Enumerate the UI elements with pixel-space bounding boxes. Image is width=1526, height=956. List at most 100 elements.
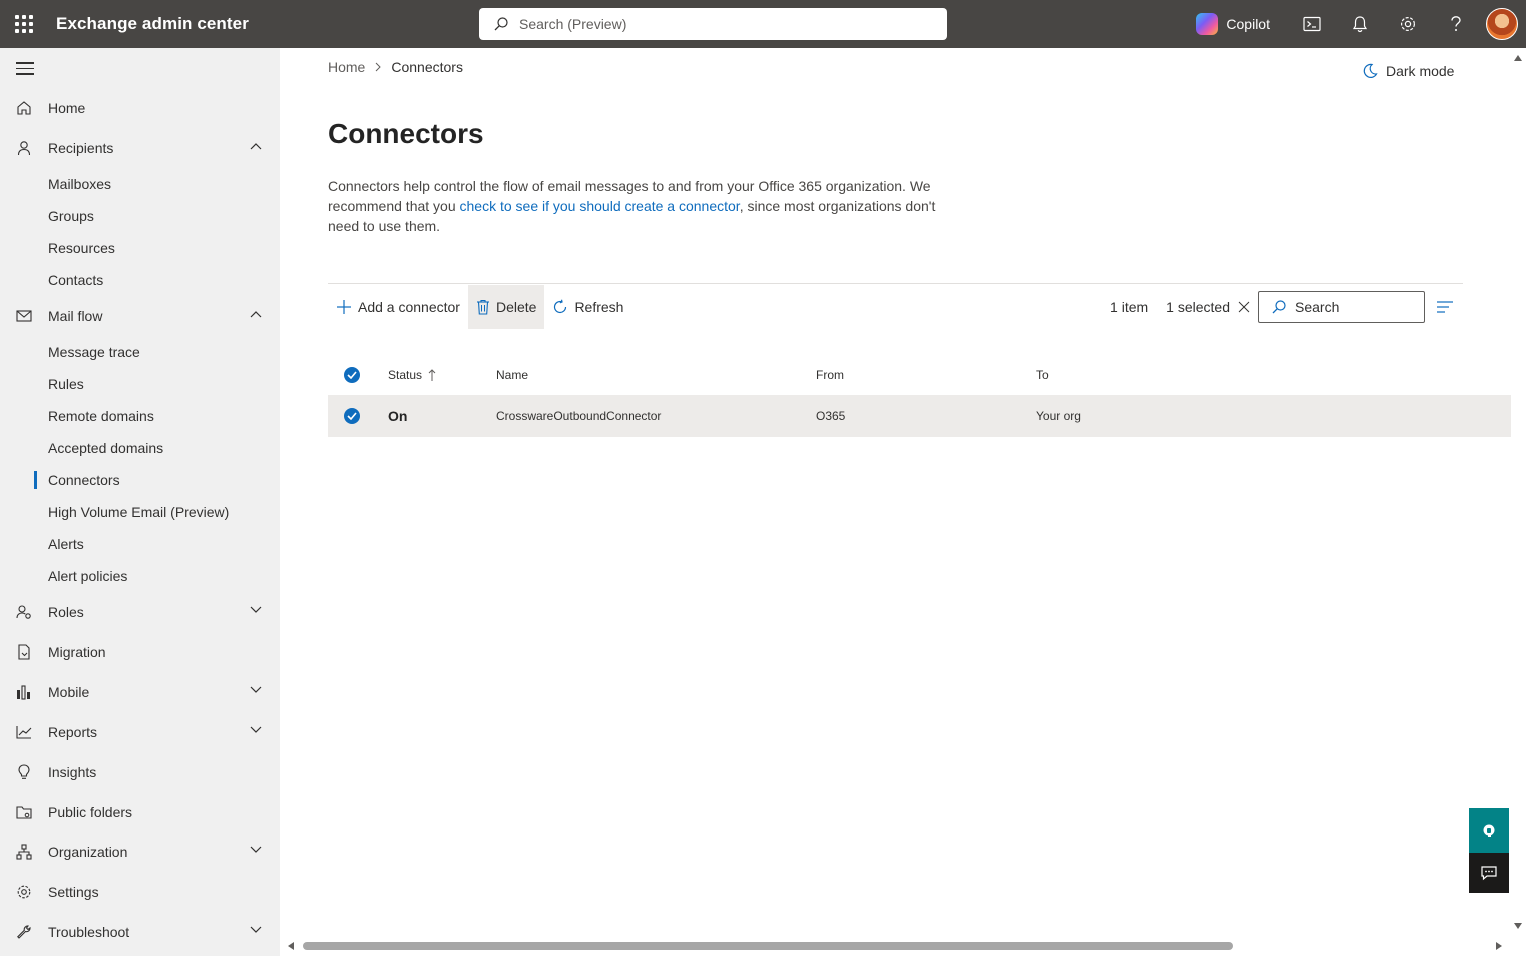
app-launcher-button[interactable] — [0, 0, 48, 48]
org-icon — [16, 844, 32, 860]
breadcrumb: Home Connectors — [328, 59, 463, 75]
checkmark-circle-icon — [344, 367, 360, 383]
sidebar-item-label: Organization — [48, 844, 128, 860]
sidebar-item-resources[interactable]: Resources — [0, 232, 280, 264]
column-header-to[interactable]: To — [1036, 368, 1256, 382]
settings-button[interactable] — [1384, 0, 1432, 48]
chevron-down-icon[interactable] — [250, 686, 262, 694]
moon-icon — [1363, 63, 1378, 78]
main-content: Home Connectors Dark mode Connectors Con… — [280, 48, 1526, 956]
column-header-from[interactable]: From — [816, 368, 1036, 382]
chevron-down-icon[interactable] — [250, 926, 262, 934]
dark-mode-toggle[interactable]: Dark mode — [1362, 63, 1454, 79]
migration-icon — [18, 644, 30, 660]
sidebar-item-recipients[interactable]: Recipients — [0, 128, 280, 168]
copilot-label: Copilot — [1226, 16, 1270, 32]
selection-indicator: 1 selected — [1166, 299, 1250, 315]
item-count: 1 item — [1110, 299, 1149, 315]
cell-name[interactable]: CrosswareOutboundConnector — [496, 409, 816, 423]
sidebar-item-public-folders[interactable]: Public folders — [0, 792, 280, 832]
waffle-icon — [15, 15, 33, 33]
cell-from: O365 — [816, 409, 846, 423]
delete-button[interactable]: Delete — [467, 284, 545, 329]
scroll-down-arrow[interactable] — [1514, 923, 1522, 929]
breadcrumb-home[interactable]: Home — [328, 59, 365, 75]
sidebar-item-remote-domains[interactable]: Remote domains — [0, 400, 280, 432]
page-title: Connectors — [328, 118, 484, 149]
global-search-input[interactable]: Search (Preview) — [479, 8, 947, 40]
scroll-left-arrow[interactable] — [288, 942, 294, 950]
roles-icon — [16, 605, 31, 619]
sidebar-item-alert-policies[interactable]: Alert policies — [0, 560, 280, 592]
chat-feedback-icon — [1481, 866, 1497, 881]
refresh-label: Refresh — [574, 298, 624, 315]
sidebar-item-settings[interactable]: Settings — [0, 872, 280, 912]
table-header: Status Name From To — [328, 355, 1511, 395]
feedback-button[interactable] — [1469, 853, 1509, 893]
horizontal-scrollbar[interactable] — [303, 942, 1233, 950]
sidebar-item-label: Reports — [48, 724, 98, 740]
sidebar-item-mail-flow[interactable]: Mail flow — [0, 296, 280, 336]
sidebar-item-alerts[interactable]: Alerts — [0, 528, 280, 560]
chevron-up-icon[interactable] — [250, 142, 262, 150]
copilot-icon — [1196, 13, 1219, 35]
sidebar-item-insights[interactable]: Insights — [0, 752, 280, 792]
plus-icon — [337, 299, 351, 314]
sidebar-item-label: Mail flow — [48, 308, 103, 324]
sidebar-item-roles[interactable]: Roles — [0, 592, 280, 632]
table-row[interactable]: On CrosswareOutboundConnector O365 Your … — [328, 395, 1511, 437]
close-icon[interactable] — [1238, 301, 1250, 313]
row-checkbox[interactable] — [328, 408, 376, 424]
gear-icon — [17, 885, 31, 899]
chevron-down-icon[interactable] — [250, 846, 262, 854]
filter-lines-icon[interactable] — [1437, 301, 1453, 313]
sidebar-item-troubleshoot[interactable]: Troubleshoot — [0, 912, 280, 952]
collapse-nav-button[interactable] — [16, 62, 34, 79]
sidebar-item-migration[interactable]: Migration — [0, 632, 280, 672]
sidebar-item-label: Troubleshoot — [48, 924, 130, 940]
help-button[interactable] — [1432, 0, 1480, 48]
help-support-button[interactable] — [1469, 808, 1509, 853]
command-bar: Add a connector Delete Refresh 1 item 1 … — [328, 283, 1463, 329]
cloud-shell-button[interactable] — [1288, 0, 1336, 48]
sidebar-item-home[interactable]: Home — [0, 88, 280, 128]
chevron-right-icon — [376, 62, 382, 72]
sidebar-item-reports[interactable]: Reports — [0, 712, 280, 752]
avatar[interactable] — [1486, 8, 1518, 40]
select-all-checkbox[interactable] — [328, 367, 376, 383]
add-connector-button[interactable]: Add a connector — [328, 285, 468, 329]
sidebar-item-groups[interactable]: Groups — [0, 200, 280, 232]
question-icon — [1451, 16, 1461, 31]
sidebar-item-label: Roles — [48, 604, 84, 620]
sidebar-item-high-volume-email[interactable]: High Volume Email (Preview) — [0, 496, 280, 528]
chevron-down-icon[interactable] — [250, 606, 262, 614]
gear-icon — [1400, 16, 1416, 32]
terminal-icon — [1303, 16, 1321, 32]
column-header-status[interactable]: Status — [376, 368, 496, 382]
sidebar-item-mobile[interactable]: Mobile — [0, 672, 280, 712]
top-bar: Exchange admin center Search (Preview) C… — [0, 0, 1526, 48]
sidebar-item-contacts[interactable]: Contacts — [0, 264, 280, 296]
table-search-input[interactable]: Search — [1258, 291, 1425, 323]
copilot-button[interactable]: Copilot — [1196, 13, 1270, 35]
column-header-name[interactable]: Name — [496, 368, 816, 382]
app-title[interactable]: Exchange admin center — [56, 14, 249, 34]
sidebar-item-rules[interactable]: Rules — [0, 368, 280, 400]
delete-label: Delete — [495, 298, 537, 315]
notifications-button[interactable] — [1336, 0, 1384, 48]
chevron-down-icon[interactable] — [250, 726, 262, 734]
sidebar-item-message-trace[interactable]: Message trace — [0, 336, 280, 368]
create-connector-help-link[interactable]: check to see if you should create a conn… — [460, 198, 740, 214]
sidebar-item-connectors[interactable]: Connectors — [0, 464, 280, 496]
nav-list: Home Recipients Mailboxes Groups Resourc… — [0, 88, 280, 952]
lightbulb-icon — [18, 764, 30, 779]
chevron-up-icon[interactable] — [250, 310, 262, 318]
scroll-right-arrow[interactable] — [1496, 942, 1502, 950]
refresh-button[interactable]: Refresh — [544, 285, 631, 329]
sidebar-item-mailboxes[interactable]: Mailboxes — [0, 168, 280, 200]
mobile-icon — [17, 685, 30, 700]
sidebar-item-accepted-domains[interactable]: Accepted domains — [0, 432, 280, 464]
bell-icon — [1352, 16, 1368, 33]
sidebar-item-organization[interactable]: Organization — [0, 832, 280, 872]
scroll-up-arrow[interactable] — [1514, 55, 1522, 61]
